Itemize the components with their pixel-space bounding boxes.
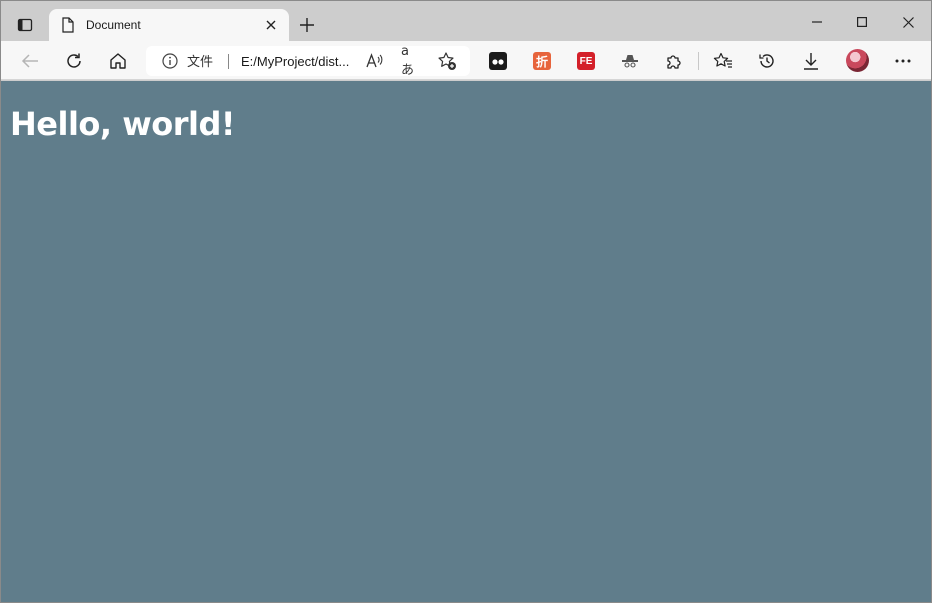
more-options-icon: [895, 59, 911, 63]
back-button[interactable]: [17, 48, 43, 74]
page-content: Hello, world!: [1, 81, 931, 602]
history-button[interactable]: [754, 48, 780, 74]
home-button[interactable]: [105, 48, 131, 74]
refresh-button[interactable]: [61, 48, 87, 74]
scheme-label: 文件: [187, 54, 214, 69]
zhe-extension-icon[interactable]: 折: [533, 52, 551, 70]
download-icon: [803, 52, 819, 70]
close-tab-button[interactable]: [261, 15, 281, 35]
minimize-button[interactable]: [802, 9, 832, 35]
settings-menu-button[interactable]: [890, 48, 916, 74]
tab-document[interactable]: Document: [49, 9, 289, 41]
translate-icon: aあ: [401, 44, 415, 78]
tampermonkey-extension-icon[interactable]: [489, 52, 507, 70]
close-icon: [902, 16, 914, 28]
history-icon: [758, 52, 776, 70]
toolbar-divider: [698, 52, 699, 70]
address-divider: [228, 54, 229, 69]
extensions-button[interactable]: [661, 48, 687, 74]
tab-title: Document: [86, 18, 141, 32]
puzzle-icon: [665, 52, 683, 70]
tab-actions-button[interactable]: [13, 13, 37, 37]
maximize-button[interactable]: [847, 9, 877, 35]
back-arrow-icon: [21, 53, 39, 69]
page-heading: Hello, world!: [10, 105, 236, 143]
favorites-icon: [713, 52, 733, 70]
home-icon: [109, 52, 127, 70]
tab-actions-icon: [17, 17, 33, 33]
refresh-icon: [65, 52, 83, 70]
plus-icon: [300, 18, 314, 32]
read-aloud-button[interactable]: [365, 51, 385, 71]
fe-extension-icon[interactable]: FE: [577, 52, 595, 70]
close-icon: [266, 20, 276, 30]
navigation-toolbar: 文件 E:/MyProject/dist... aあ 折 FE: [1, 41, 931, 80]
address-bar[interactable]: 文件 E:/MyProject/dist... aあ: [146, 44, 470, 78]
add-favorite-button[interactable]: [437, 51, 457, 71]
favorites-button[interactable]: [710, 48, 736, 74]
star-add-icon: [437, 51, 457, 71]
browser-window: Document 文件 E:/MyProject/dist... aあ 折 FE…: [0, 0, 932, 603]
info-icon[interactable]: [162, 53, 178, 69]
maximize-icon: [857, 17, 867, 27]
url-text[interactable]: E:/MyProject/dist...: [241, 54, 349, 69]
profile-avatar[interactable]: [846, 49, 869, 72]
tab-strip: Document: [1, 1, 931, 41]
hat-extension-icon[interactable]: [621, 52, 639, 70]
new-tab-button[interactable]: [295, 13, 319, 37]
page-icon: [61, 17, 75, 33]
translate-button[interactable]: aあ: [401, 44, 421, 78]
close-window-button[interactable]: [893, 9, 923, 35]
minimize-icon: [812, 17, 822, 27]
read-aloud-icon: [366, 53, 384, 69]
downloads-button[interactable]: [798, 48, 824, 74]
